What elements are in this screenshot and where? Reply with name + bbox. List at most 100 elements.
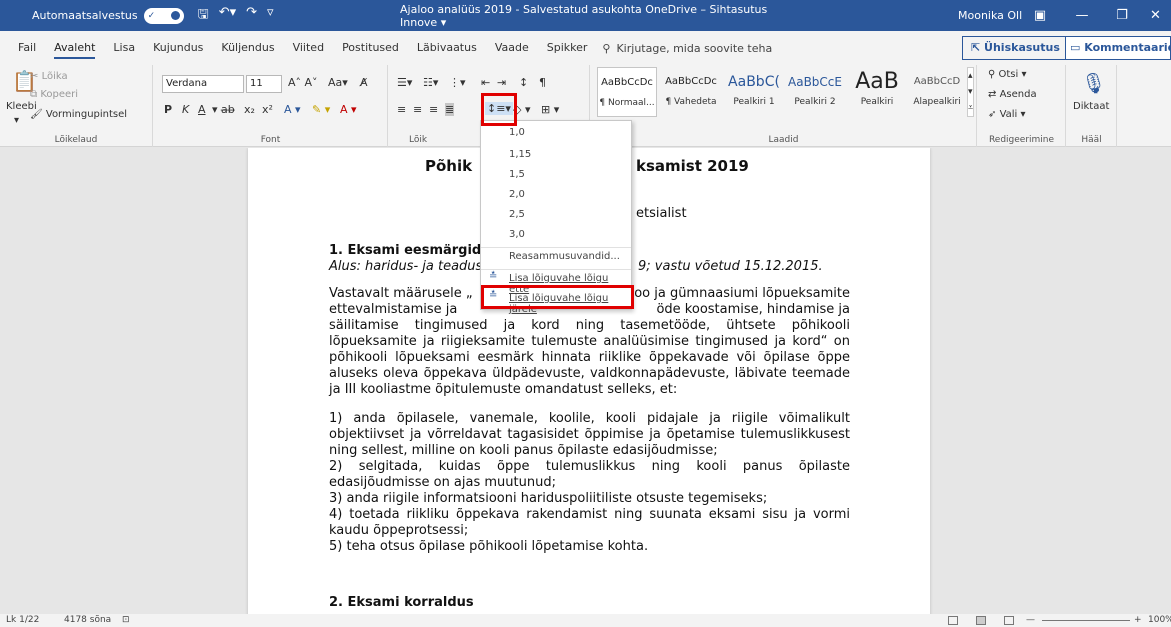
- zoom-in-icon[interactable]: +: [1134, 614, 1142, 627]
- undo-icon[interactable]: ↶▾: [219, 5, 236, 27]
- copy-button[interactable]: ⧉ Kopeeri: [30, 89, 78, 100]
- borders-icon[interactable]: ⊞ ▾: [541, 103, 559, 116]
- ribbon-display-icon[interactable]: ▣: [1020, 0, 1060, 31]
- tab-insert[interactable]: Lisa: [104, 31, 144, 65]
- spacing-option-1-0[interactable]: 1,0: [509, 127, 525, 138]
- brush-icon: 🖌: [30, 109, 46, 120]
- zoom-slider[interactable]: [1042, 620, 1130, 621]
- align-center-icon[interactable]: ≡: [413, 103, 422, 116]
- tab-help[interactable]: Spikker: [538, 31, 597, 65]
- underline-button[interactable]: A: [198, 103, 206, 116]
- web-layout-icon[interactable]: [1004, 616, 1014, 625]
- read-mode-icon[interactable]: [948, 616, 958, 625]
- tab-mailings[interactable]: Postitused: [333, 31, 408, 65]
- tell-me-input[interactable]: Kirjutage, mida soovite teha: [616, 42, 772, 55]
- tab-design[interactable]: Kujundus: [144, 31, 212, 65]
- font-color-icon[interactable]: A ▾: [340, 103, 357, 116]
- paste-dropdown-icon[interactable]: ▾: [14, 115, 19, 126]
- minimize-button[interactable]: —: [1062, 0, 1102, 31]
- font-name-select[interactable]: Verdana: [162, 75, 244, 93]
- dictate-button[interactable]: Diktaat: [1073, 101, 1109, 112]
- superscript-icon[interactable]: x²: [262, 103, 273, 116]
- tab-view[interactable]: Vaade: [486, 31, 538, 65]
- text-effects-icon[interactable]: A ▾: [284, 103, 301, 116]
- numbering-icon[interactable]: ☷▾: [423, 76, 438, 89]
- font-group-label: Font: [260, 135, 281, 145]
- styles-scroll-icon[interactable]: ▴ ▾ ⩡: [967, 67, 975, 117]
- style-heading-1[interactable]: AaBbC(Pealkiri 1: [724, 67, 784, 117]
- bullets-icon[interactable]: ☰▾: [397, 76, 412, 89]
- word-count[interactable]: 4178 sõna: [64, 614, 111, 627]
- tab-layout[interactable]: Küljendus: [212, 31, 283, 65]
- share-button[interactable]: ⇱ Ühiskasutus: [962, 36, 1069, 60]
- customize-qat-icon[interactable]: ▿: [267, 5, 274, 27]
- show-formatting-icon[interactable]: ¶: [539, 76, 546, 89]
- subscript-icon[interactable]: x₂: [244, 103, 255, 116]
- save-icon[interactable]: 🖫: [198, 5, 209, 27]
- find-button[interactable]: ⚲ Otsi ▾: [988, 69, 1027, 80]
- user-name[interactable]: Moonika Oll: [958, 9, 1022, 22]
- grow-font-icon[interactable]: A˄ A˅: [288, 76, 318, 89]
- tab-references[interactable]: Viited: [284, 31, 333, 65]
- microphone-icon[interactable]: 🎙: [1081, 71, 1106, 95]
- replace-button[interactable]: ⇄ Asenda: [988, 89, 1037, 100]
- zoom-level[interactable]: 100%: [1148, 614, 1171, 627]
- page-count[interactable]: Lk 1/22: [6, 614, 39, 627]
- document-title[interactable]: Ajaloo analüüs 2019 - Salvestatud asukoh…: [400, 3, 780, 29]
- font-size-select[interactable]: 11: [246, 75, 282, 93]
- style-subtitle[interactable]: AaBbCcD Alapealkiri: [907, 67, 967, 117]
- bold-button[interactable]: P: [164, 103, 172, 116]
- format-painter-button[interactable]: 🖌 Vormingupintsel: [30, 109, 127, 120]
- goals-list: 1) anda õpilasele, vanemale, koolile, ko…: [329, 411, 850, 554]
- zoom-out-icon[interactable]: —: [1026, 614, 1035, 627]
- title-bar: Automaatsalvestus ✓ 🖫 ↶▾ ↷ ▿ Ajaloo anal…: [0, 0, 1171, 31]
- doc-subtitle-fragment: etsialist: [636, 206, 687, 221]
- editing-group-label: Redigeerimine: [988, 135, 1055, 145]
- tab-file[interactable]: Fail: [0, 31, 45, 65]
- tab-home[interactable]: Avaleht: [45, 31, 104, 65]
- cut-button[interactable]: ✂ Lõika: [30, 71, 68, 82]
- highlight-color-icon[interactable]: ✎ ▾: [312, 103, 330, 116]
- strikethrough-icon[interactable]: ▾ a̶b̶: [212, 103, 235, 116]
- style-normal[interactable]: AaBbCcDc ¶ Normaal...: [597, 67, 657, 117]
- spacing-option-1-5[interactable]: 1,5: [509, 169, 525, 180]
- voice-group: 🎙 Diktaat Hääl: [1067, 65, 1117, 147]
- redo-icon[interactable]: ↷: [246, 5, 257, 27]
- increase-indent-icon[interactable]: ⇥: [497, 76, 506, 89]
- spacing-option-3-0[interactable]: 3,0: [509, 229, 525, 240]
- style-heading-2[interactable]: AaBbCcE Pealkiri 2: [785, 67, 845, 117]
- editing-group: ⚲ Otsi ▾ ⇄ Asenda ➶ Vali ▾ Redigeerimine: [978, 65, 1066, 147]
- autosave-label: Automaatsalvestus: [32, 9, 138, 22]
- menu-separator: [481, 269, 631, 270]
- decrease-indent-icon[interactable]: ⇤: [481, 76, 490, 89]
- sort-icon[interactable]: ↕: [519, 76, 528, 89]
- style-title[interactable]: AaB Pealkiri: [847, 67, 907, 117]
- maximize-button[interactable]: ❐: [1102, 0, 1142, 31]
- autosave-toggle[interactable]: ✓: [143, 7, 184, 24]
- spacing-option-2-0[interactable]: 2,0: [509, 189, 525, 200]
- add-space-after-highlight: [481, 285, 634, 309]
- print-layout-icon[interactable]: [976, 616, 986, 625]
- clear-formatting-icon[interactable]: A̸: [360, 76, 368, 89]
- change-case-icon[interactable]: Aa▾: [328, 76, 348, 89]
- close-button[interactable]: ✕: [1140, 0, 1171, 31]
- style-no-spacing[interactable]: AaBbCcDc ¶ Vahedeta: [661, 67, 721, 117]
- comments-button[interactable]: ▭ Kommentaarid: [1065, 36, 1171, 60]
- align-left-icon[interactable]: ≡: [397, 103, 406, 116]
- share-icon: ⇱: [971, 41, 985, 54]
- line-spacing-menu: 1,0 1,15 1,5 2,0 2,5 3,0 Reasammusuvandi…: [480, 120, 632, 315]
- search-icon: ⚲: [988, 69, 999, 80]
- tab-review[interactable]: Läbivaatus: [408, 31, 486, 65]
- align-right-icon[interactable]: ≡: [429, 103, 438, 116]
- select-button[interactable]: ➶ Vali ▾: [988, 109, 1026, 120]
- copy-icon: ⧉: [30, 89, 41, 100]
- spacing-option-2-5[interactable]: 2,5: [509, 209, 525, 220]
- legal-basis-right: 9; vastu võetud 15.12.2015.: [638, 259, 823, 274]
- spacing-option-1-15[interactable]: 1,15: [509, 149, 531, 160]
- line-spacing-options[interactable]: Reasammusuvandid...: [509, 251, 620, 262]
- multilevel-list-icon[interactable]: ⋮▾: [449, 76, 466, 89]
- voice-group-label: Hääl: [1081, 135, 1102, 145]
- proofing-icon[interactable]: ⊡: [122, 614, 130, 627]
- justify-icon[interactable]: ≣: [445, 103, 455, 116]
- italic-button[interactable]: K: [182, 103, 189, 116]
